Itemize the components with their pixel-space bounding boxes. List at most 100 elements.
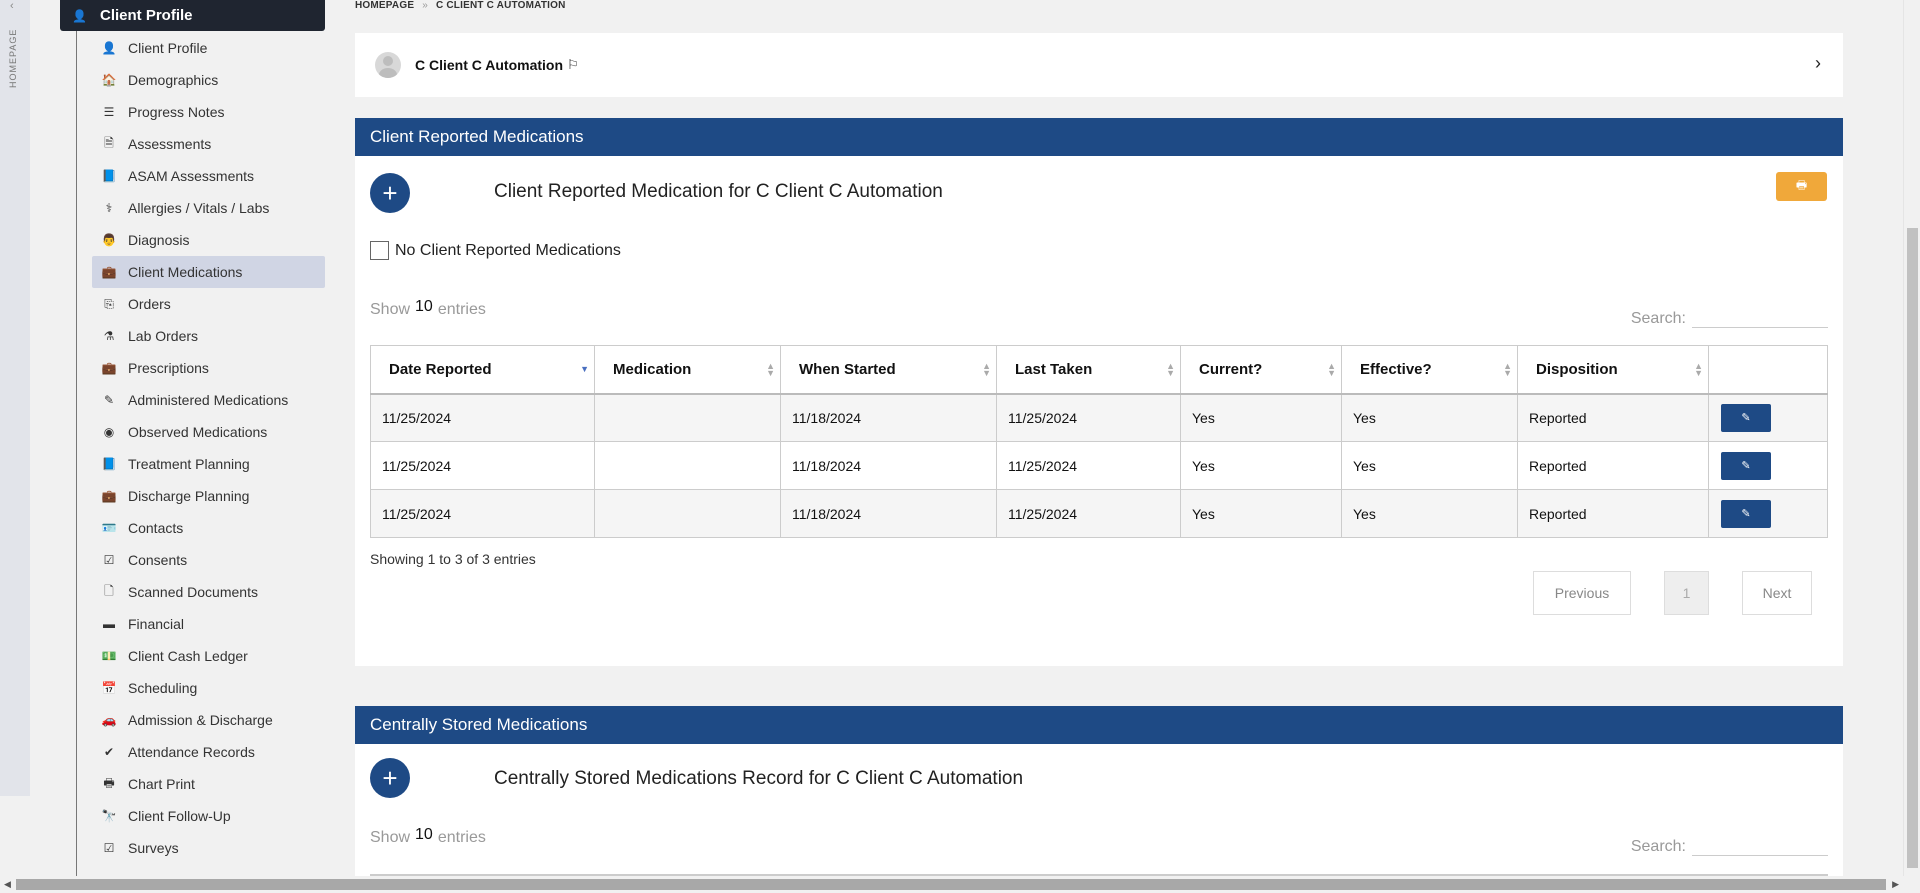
no-medications-checkbox-row[interactable]: No Client Reported Medications [370,241,621,260]
sidebar-item-label: Administered Medications [128,392,289,408]
table-header-row: Date Reported ▼ Medication ▲ ▼ When Started… [370,345,1828,395]
table-info: Showing 1 to 3 of 3 entries [370,551,536,567]
horizontal-scrollbar[interactable]: ◀ ▶ [0,876,1920,893]
sidebar-item-demographics[interactable]: 🏠 Demographics [92,64,325,96]
sidebar-item-client-profile[interactable]: 👤 Client Profile [92,32,325,64]
breadcrumb-home[interactable]: HOMEPAGE [355,0,414,11]
page-1-button[interactable]: 1 [1664,571,1709,615]
page-length-select[interactable]: 10 [415,298,433,316]
sort-icon: ▲ ▼ [1694,361,1703,378]
table-cell: 11/25/2024 [996,489,1181,538]
book-icon: 📘 [101,457,117,471]
sidebar-item-label: Lab Orders [128,328,199,344]
flag-icon[interactable]: ⚐ [567,57,579,73]
medications-table: Date Reported ▼ Medication ▲ ▼ When Started… [370,345,1828,538]
sidebar-item-label: Progress Notes [128,104,225,120]
scroll-left-icon[interactable]: ◀ [4,879,11,890]
vertical-scrollbar[interactable] [1903,0,1920,876]
sidebar-item-financial[interactable]: ▬ Financial [92,608,325,640]
page-length-control: Show 10 entries [370,298,486,319]
add-central-medication-button[interactable]: + [370,758,410,798]
table-cell: Yes [1341,489,1518,538]
sidebar-item-client-follow-up[interactable]: 🔭 Client Follow-Up [92,800,325,832]
column-disposition[interactable]: Disposition ▲ ▼ [1517,345,1709,395]
column-when-started[interactable]: When Started ▲ ▼ [780,345,997,395]
print-button[interactable]: 🖶 [1776,172,1827,201]
sidebar-item-scheduling[interactable]: 📅 Scheduling [92,672,325,704]
sidebar-item-progress-notes[interactable]: ☰ Progress Notes [92,96,325,128]
table-cell: 11/18/2024 [780,441,997,490]
scroll-thumb[interactable] [16,879,1886,890]
sidebar-item-label: Discharge Planning [128,488,250,504]
sidebar-item-diagnosis[interactable]: 👨 Diagnosis [92,224,325,256]
list-icon: ☰ [103,105,115,119]
sidebar-item-treatment-planning[interactable]: 📘 Treatment Planning [92,448,325,480]
column-effective[interactable]: Effective? ▲ ▼ [1341,345,1518,395]
scroll-right-icon[interactable]: ▶ [1892,879,1899,890]
client-card[interactable]: C Client C Automation ⚐ › [355,33,1843,97]
entries-label: entries [437,829,486,846]
sidebar-item-surveys[interactable]: ☑ Surveys [92,832,325,864]
table-cell: Reported [1517,393,1709,442]
chevron-right-icon[interactable]: › [1815,53,1821,74]
edit-button[interactable]: ✎ [1721,451,1771,480]
no-medications-checkbox[interactable] [370,241,389,260]
column-last-taken[interactable]: Last Taken ▲ ▼ [996,345,1181,395]
sidebar-item-admission-discharge[interactable]: 🚗 Admission & Discharge [92,704,325,736]
sidebar-item-discharge-planning[interactable]: 💼 Discharge Planning [92,480,325,512]
reported-medications-panel: Client Reported Medications + Client Rep… [355,118,1843,666]
panel-title: Centrally Stored Medications Record for … [494,768,1024,789]
collapsed-rail[interactable]: ‹ HOMEPAGE [0,0,30,796]
person-icon: 👤 [101,41,117,55]
search-control: Search: [1631,304,1828,328]
sidebar-item-contacts[interactable]: 🪪 Contacts [92,512,325,544]
sidebar-item-label: ASAM Assessments [128,168,255,184]
search-input[interactable] [1692,832,1828,856]
column-date-reported[interactable]: Date Reported ▼ [370,345,595,395]
previous-button[interactable]: Previous [1533,571,1631,615]
sidebar-item-prescriptions[interactable]: 💼 Prescriptions [92,352,325,384]
sidebar-item-label: Scheduling [128,680,198,696]
chevron-left-icon[interactable]: ‹ [10,0,14,12]
edit-button[interactable]: ✎ [1721,499,1771,528]
column-medication[interactable]: Medication ▲ ▼ [594,345,781,395]
sidebar-item-attendance-records[interactable]: ✔ Attendance Records [92,736,325,768]
sidebar-item-label: Assessments [128,136,212,152]
panel-header: Centrally Stored Medications [355,706,1843,744]
sidebar-item-lab-orders[interactable]: ⚗ Lab Orders [92,320,325,352]
table-row: 11/25/2024 11/18/2024 11/25/2024 Yes Yes Repo… [370,441,1828,490]
entries-label: entries [437,301,486,318]
table-cell: Reported [1517,441,1709,490]
sidebar-item-scanned-documents[interactable]: 🗋 Scanned Documents [92,576,325,608]
central-medications-panel: Centrally Stored Medications + Centrally… [355,706,1843,876]
scroll-thumb[interactable] [1907,228,1918,868]
sidebar-item-consents[interactable]: ☑ Consents [92,544,325,576]
search-label: Search: [1630,838,1686,855]
client-name: C Client C Automation [415,57,564,73]
edit-button[interactable]: ✎ [1721,403,1771,432]
table-cell: Yes [1180,393,1342,442]
sidebar-item-assessments[interactable]: 🗎 Assessments [92,128,325,160]
sort-icon: ▲ ▼ [766,361,775,378]
sidebar-item-chart-print[interactable]: 🖶 Chart Print [92,768,325,800]
person-icon: 👤 [72,8,87,23]
search-label: Search: [1630,310,1686,327]
sidebar-item-administered-medications[interactable]: ✎ Administered Medications [92,384,325,416]
sidebar-header[interactable]: 👤 Client Profile [60,0,325,31]
column-current[interactable]: Current? ▲ ▼ [1180,345,1342,395]
sidebar-item-orders[interactable]: ⎘ Orders [92,288,325,320]
sidebar-item-client-cash-ledger[interactable]: 💵 Client Cash Ledger [92,640,325,672]
sidebar-item-asam-assessments[interactable]: 📘 ASAM Assessments [92,160,325,192]
sidebar-item-client-medications[interactable]: 💼 Client Medications [92,256,325,288]
medkit-icon: 💼 [101,361,117,375]
book-icon: 📘 [101,169,117,183]
page-length-select[interactable]: 10 [415,826,433,844]
search-input[interactable] [1692,304,1828,328]
sidebar-item-observed-medications[interactable]: ◉ Observed Medications [92,416,325,448]
pencil-icon: ✎ [1741,412,1751,425]
address-card-icon: 🪪 [101,521,117,535]
next-button[interactable]: Next [1742,571,1812,615]
sort-icon: ▲ ▼ [982,361,991,378]
sidebar-item-allergies-vitals-labs[interactable]: ⚕ Allergies / Vitals / Labs [92,192,325,224]
add-medication-button[interactable]: + [370,173,410,213]
